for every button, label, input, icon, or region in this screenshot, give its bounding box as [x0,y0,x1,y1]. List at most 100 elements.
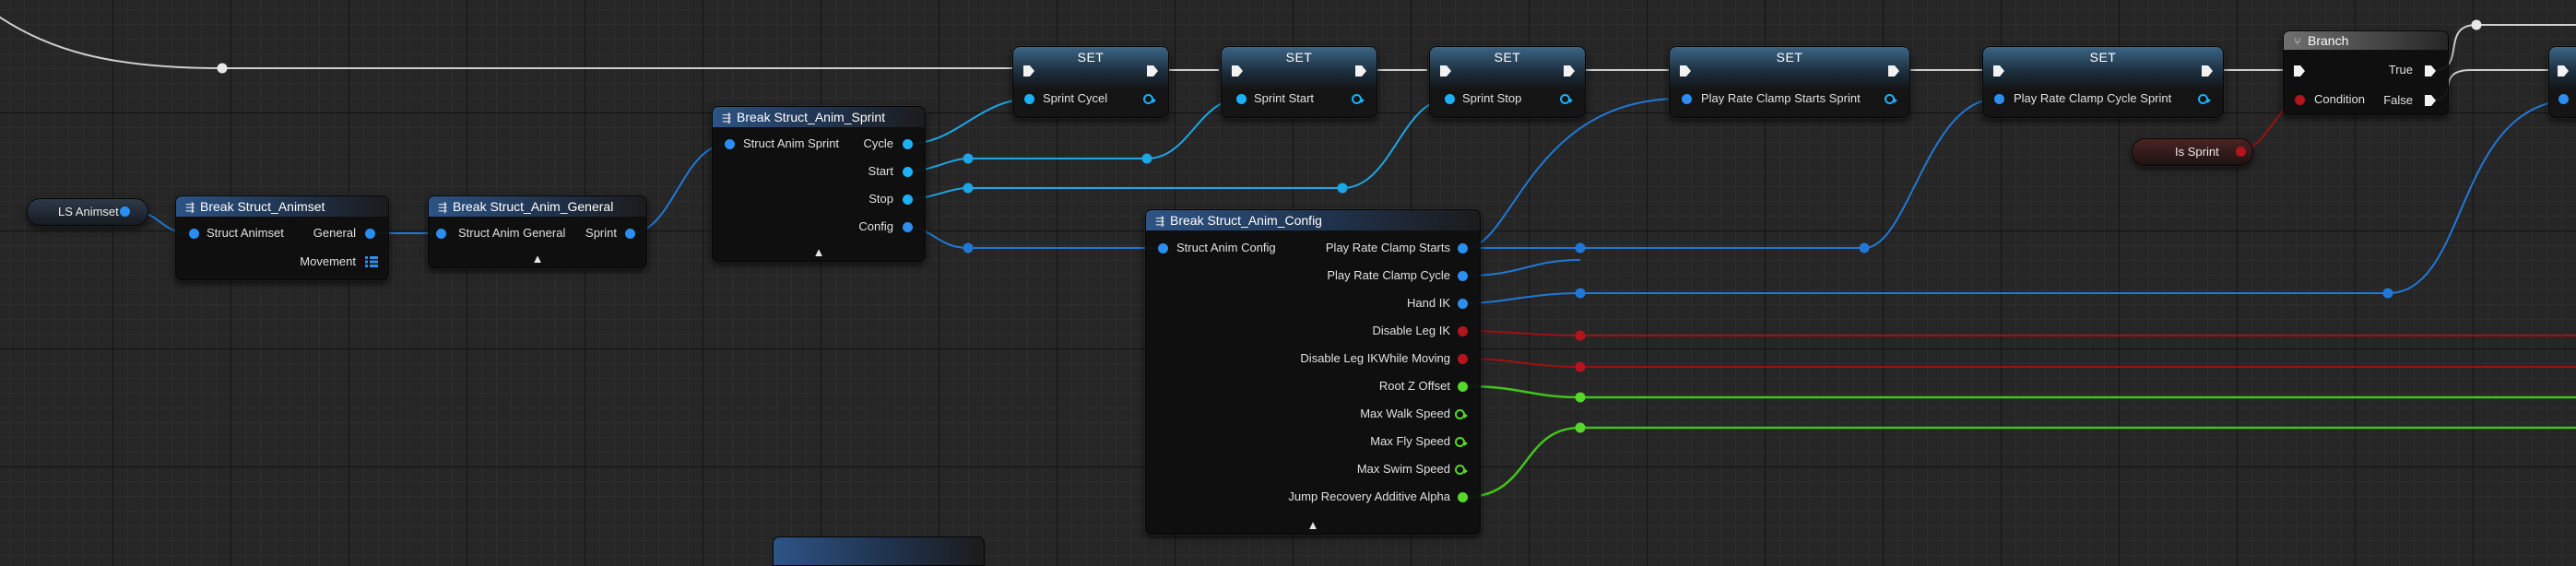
disable-leg-ik-while-moving-output-pin[interactable] [1458,354,1468,364]
play-rate-clamp-starts-sprint-input-pin[interactable] [1682,94,1692,104]
branch-node[interactable]: ⑂ Branch True Condition False [2283,30,2449,115]
struct-anim-config-input-pin[interactable] [1158,243,1168,254]
reroute-knot [1575,330,1586,341]
disable-leg-ik-output-pin[interactable] [1458,326,1468,336]
node-header[interactable]: ⇶ Break Struct_Animset [176,196,388,217]
variable-label: Sprint Cycel [1043,91,1108,105]
max-fly-speed-output-pin[interactable] [1455,437,1468,447]
break-struct-icon: ⇶ [437,201,448,214]
hand-ik-output-pin[interactable] [1458,299,1468,309]
output-label: Cycle [863,136,893,150]
chevron-up-icon[interactable]: ▲ [1146,518,1480,532]
play-rate-clamp-starts-sprint-output-pin[interactable] [1885,94,1897,104]
node-header[interactable]: ⇶ Break Struct_Anim_General [429,196,646,217]
output-label: Config [858,219,893,233]
sprint-stop-input-pin[interactable] [1445,94,1455,104]
exec-output-pin[interactable] [1563,65,1576,77]
reroute-knot [963,242,974,254]
variable-label: Is Sprint [2175,145,2219,159]
float-wire [1465,384,2576,399]
stop-output-pin[interactable] [903,195,913,205]
node-title: Break Struct_Anim_Config [1170,213,1322,228]
set-sprint-cycel-node[interactable]: SET Sprint Cycel [1012,46,1169,118]
config-output-pin[interactable] [903,222,913,232]
exec-output-pin[interactable] [1887,65,1900,77]
condition-input-pin[interactable] [2295,95,2305,105]
max-swim-speed-output-pin[interactable] [1455,465,1468,475]
output-label: Sprint [585,226,617,240]
root-z-offset-output-pin[interactable] [1458,382,1468,392]
reroute-knot [963,183,974,194]
offscreen-node[interactable] [773,537,985,566]
sprint-cycel-input-pin[interactable] [1024,94,1034,104]
reroute-knot [1575,361,1586,372]
chevron-up-icon[interactable]: ▲ [713,245,925,259]
ls-animset-output-pin[interactable] [120,206,130,217]
struct-animset-input-pin[interactable] [189,229,199,239]
play-rate-clamp-starts-output-pin[interactable] [1458,243,1468,254]
sprint-start-output-pin[interactable] [1352,94,1365,104]
chevron-up-icon[interactable]: ▲ [429,252,646,265]
sprint-start-input-pin[interactable] [1236,94,1247,104]
struct-wire [1465,98,1681,249]
reroute-knot [217,63,228,74]
input-label: Struct Anim Config [1176,241,1276,254]
variable-label: LS Animset [58,205,119,218]
break-struct-anim-sprint-node[interactable]: ⇶ Break Struct_Anim_Sprint Struct Anim Sp… [712,106,926,262]
false-exec-output-pin[interactable] [2424,94,2437,107]
exec-output-pin[interactable] [2201,65,2214,77]
sprint-cycel-output-pin[interactable] [1143,94,1156,104]
break-struct-anim-general-node[interactable]: ⇶ Break Struct_Anim_General Struct Anim G… [428,195,647,268]
ls-animset-variable-node[interactable]: LS Animset [27,198,148,226]
input-label: Struct Anim Sprint [743,136,840,150]
node-title: Break Struct_Anim_Sprint [737,110,886,124]
exec-input-pin[interactable] [1992,65,2005,77]
node-header[interactable]: ⇶ Break Struct_Anim_Config [1146,210,1480,230]
jump-recovery-additive-alpha-output-pin[interactable] [1458,492,1468,502]
max-walk-speed-output-pin[interactable] [1455,409,1468,419]
struct-anim-sprint-input-pin[interactable] [725,139,735,149]
exec-input-pin[interactable] [2293,65,2306,77]
exec-input-pin[interactable] [2557,65,2570,77]
set-sprint-stop-node[interactable]: SET Sprint Stop [1429,46,1586,118]
start-output-pin[interactable] [903,167,913,177]
exec-input-pin[interactable] [1439,65,1452,77]
input-label: Condition [2314,92,2365,106]
offscreen-node[interactable] [2548,46,2576,118]
cycle-output-pin[interactable] [903,139,913,149]
reroute-knot [2471,19,2482,30]
play-rate-clamp-cycle-sprint-input-pin[interactable] [1994,94,2004,104]
exec-output-pin[interactable] [1146,65,1159,77]
play-rate-clamp-cycle-output-pin[interactable] [1458,271,1468,281]
play-rate-clamp-cycle-sprint-output-pin[interactable] [2198,94,2211,104]
true-exec-output-pin[interactable] [2424,65,2437,77]
exec-output-pin[interactable] [1354,65,1367,77]
set-sprint-start-node[interactable]: SET Sprint Start [1221,46,1377,118]
output-label: Jump Recovery Additive Alpha [1288,489,1450,503]
node-header[interactable]: ⇶ Break Struct_Anim_Sprint [713,107,925,127]
is-sprint-variable-node[interactable]: Is Sprint [2132,138,2253,166]
node-header[interactable]: ⑂ Branch [2284,31,2448,50]
input-pin[interactable] [2558,94,2569,104]
break-struct-anim-config-node[interactable]: ⇶ Break Struct_Anim_Config Struct Anim Co… [1145,209,1481,535]
exec-input-pin[interactable] [1231,65,1244,77]
sprint-output-pin[interactable] [625,229,635,239]
struct-wire [2387,99,2576,294]
set-play-rate-clamp-starts-sprint-node[interactable]: SET Play Rate Clamp Starts Sprint [1669,46,1910,118]
exec-input-pin[interactable] [1022,65,1035,77]
break-struct-icon: ⇶ [721,112,732,124]
is-sprint-output-pin[interactable] [2236,147,2246,157]
struct-wire [1465,259,1581,277]
general-output-pin[interactable] [365,229,375,239]
output-label: Play Rate Clamp Starts [1325,241,1450,254]
exec-input-pin[interactable] [1679,65,1692,77]
reroute-knot [1575,392,1586,403]
break-struct-animset-node[interactable]: ⇶ Break Struct_Animset Struct Animset Gen… [175,195,389,280]
struct-anim-general-input-pin[interactable] [436,229,446,239]
object-wire [906,158,1147,172]
output-label: Movement [300,254,356,268]
set-play-rate-clamp-cycle-sprint-node[interactable]: SET Play Rate Clamp Cycle Sprint [1982,46,2224,118]
movement-output-pin[interactable] [365,256,378,267]
output-label: Start [868,164,893,178]
sprint-stop-output-pin[interactable] [1560,94,1573,104]
